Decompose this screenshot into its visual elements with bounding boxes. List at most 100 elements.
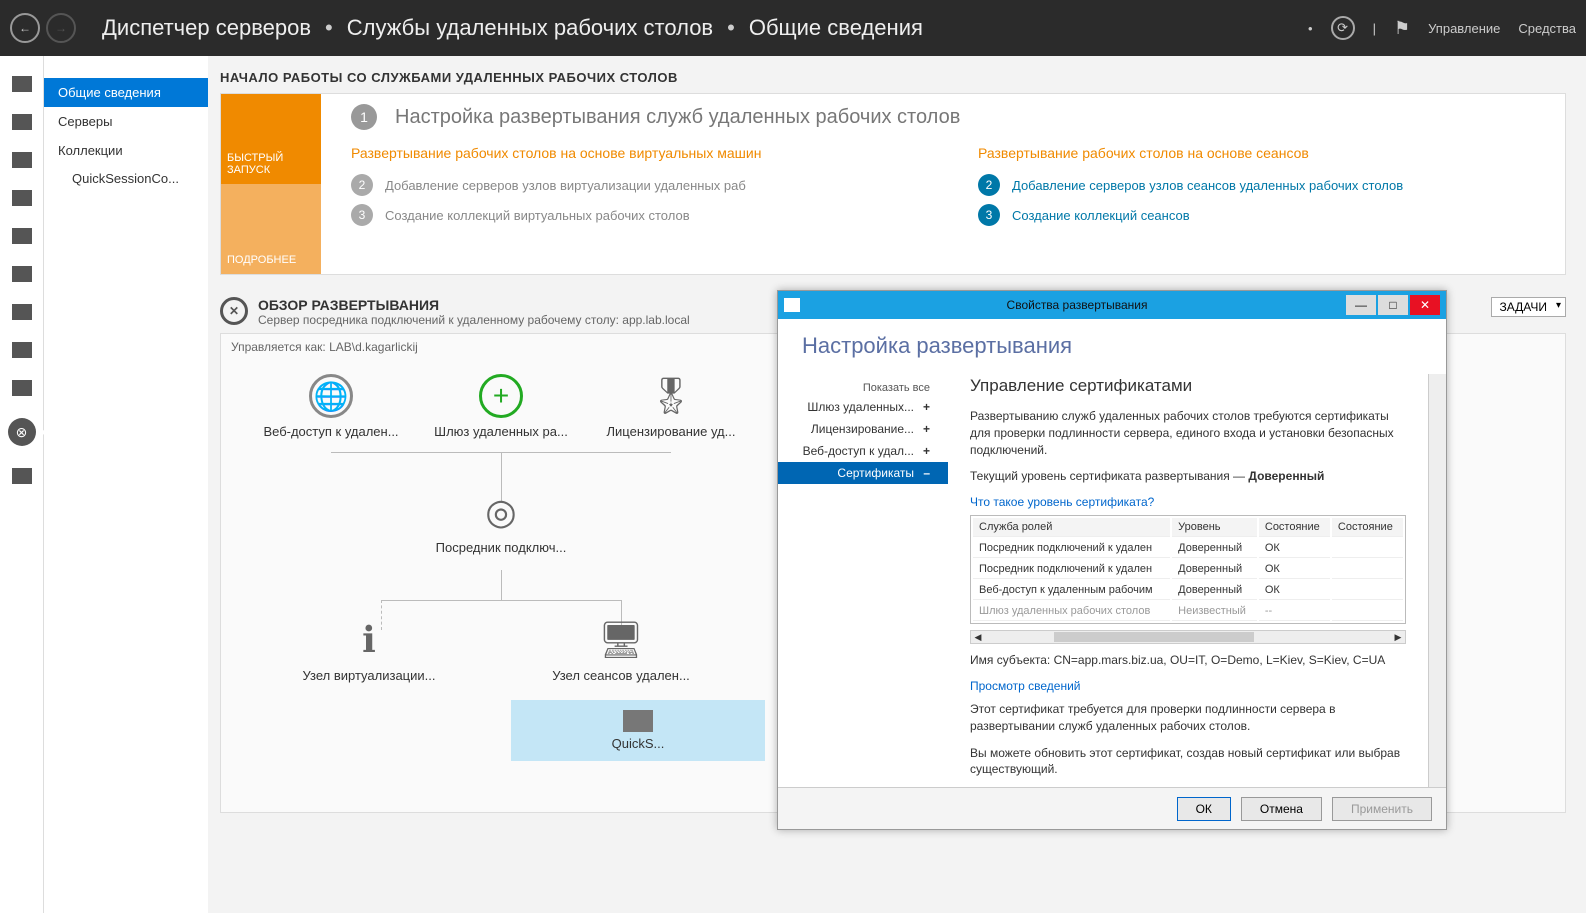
step-badge: 3 — [978, 204, 1000, 226]
dialog-heading: Настройка развертывания — [778, 319, 1446, 373]
th-role[interactable]: Служба ролей — [973, 518, 1170, 537]
all-servers-icon[interactable] — [12, 152, 32, 168]
deployment-properties-dialog: Свойства развертывания — □ ✕ Настройка р… — [777, 290, 1447, 830]
node-virtualization[interactable]: ℹ Узел виртуализации... — [289, 618, 449, 683]
table-row[interactable]: Посредник подключений к удаленДоверенный… — [973, 560, 1403, 579]
table-row[interactable]: Посредник подключений к удаленДоверенный… — [973, 539, 1403, 558]
iis-icon[interactable] — [12, 266, 32, 282]
step-number-icon: 1 — [351, 104, 377, 130]
back-button[interactable]: ← — [10, 13, 40, 43]
scroll-thumb[interactable] — [1054, 632, 1254, 642]
certificates-table[interactable]: Служба ролей Уровень Состояние Состояние… — [970, 515, 1406, 624]
menu-manage[interactable]: Управление — [1428, 21, 1500, 36]
node-session-host[interactable]: 🖥 Узел сеансов удален... — [541, 618, 701, 683]
view-details-link[interactable]: Просмотр сведений — [970, 679, 1406, 693]
nap-icon[interactable] — [12, 304, 32, 320]
breadcrumb-sep: • — [727, 15, 735, 41]
whatis-link[interactable]: Что такое уровень сертификата? — [970, 495, 1406, 509]
local-server-icon[interactable] — [12, 114, 32, 130]
quick-start-tile[interactable]: БЫСТРЫЙ ЗАПУСК — [221, 94, 321, 184]
screens-icon: 🖥 — [599, 618, 643, 662]
tasks-dropdown[interactable]: ЗАДАЧИ — [1491, 297, 1566, 317]
sidebar-item-servers[interactable]: Серверы — [44, 107, 208, 136]
table-row[interactable]: Веб-доступ к удаленным рабочимДоверенный… — [973, 581, 1403, 600]
session-step-3[interactable]: 3 Создание коллекций сеансов — [978, 204, 1545, 226]
menu-tools[interactable]: Средства — [1518, 21, 1576, 36]
subject-value: CN=app.mars.biz.ua, OU=IT, O=Demo, L=Kie… — [1054, 653, 1386, 667]
ad-ds-icon[interactable] — [12, 228, 32, 244]
cell — [1332, 539, 1403, 558]
sidebar-item-overview[interactable]: Общие сведения — [44, 78, 208, 107]
node-label: Узел сеансов удален... — [541, 668, 701, 683]
file-services-icon[interactable] — [12, 190, 32, 206]
session-step-2[interactable]: 2Добавление серверов узлов сеансов удале… — [978, 174, 1545, 196]
cell: Доверенный — [1172, 581, 1257, 600]
title-bar: ← → Диспетчер серверов • Службы удаленны… — [0, 0, 1586, 56]
table-row[interactable]: Шлюз удаленных рабочих столовНеизвестный… — [973, 602, 1403, 621]
nav-item-certificates[interactable]: Сертификаты– — [778, 462, 948, 484]
node-label: Посредник подключ... — [421, 540, 581, 555]
dialog-titlebar[interactable]: Свойства развертывания — □ ✕ — [778, 291, 1446, 319]
cell: ОК — [1259, 560, 1330, 579]
maximize-button[interactable]: □ — [1378, 295, 1408, 315]
menu-sep: • — [1308, 21, 1313, 36]
node-broker[interactable]: ◎ Посредник подключ... — [421, 490, 581, 555]
connector — [501, 570, 502, 600]
nav-label: Сертификаты — [837, 466, 914, 480]
node-gateway[interactable]: + Шлюз удаленных ра... — [421, 374, 581, 439]
th-state[interactable]: Состояние — [1259, 518, 1330, 537]
getting-started-title: НАЧАЛО РАБОТЫ СО СЛУЖБАМИ УДАЛЕННЫХ РАБО… — [220, 70, 1566, 85]
node-label: Веб-доступ к удален... — [251, 424, 411, 439]
table-scrollbar[interactable]: ◀▶ — [970, 630, 1406, 644]
refresh-icon[interactable]: ⟳ — [1331, 16, 1355, 40]
breadcrumb-root[interactable]: Диспетчер серверов — [102, 15, 311, 41]
forward-button[interactable]: → — [46, 13, 76, 43]
cell: -- — [1259, 602, 1330, 621]
step-badge: 3 — [351, 204, 373, 226]
scroll-left-icon[interactable]: ◀ — [971, 632, 985, 643]
cancel-button[interactable]: Отмена — [1241, 797, 1322, 821]
connector — [381, 600, 621, 601]
ok-button[interactable]: ОК — [1177, 797, 1231, 821]
node-label: Лицензирование уд... — [591, 424, 751, 439]
quick-heading: 1 Настройка развертывания служб удаленны… — [351, 104, 1545, 130]
session-column: Развертывание рабочих столов на основе с… — [978, 144, 1545, 234]
cell: Веб-доступ к удаленным рабочим — [973, 581, 1170, 600]
nav-item-licensing[interactable]: Лицензирование...+ — [778, 418, 948, 440]
print-icon[interactable] — [12, 342, 32, 358]
session-col-title: Развертывание рабочих столов на основе с… — [978, 144, 1545, 162]
dashboard-icon[interactable] — [12, 76, 32, 92]
apply-button[interactable]: Применить — [1332, 797, 1432, 821]
node-licensing[interactable]: 🎖 Лицензирование уд... — [591, 374, 751, 439]
vm-step2-text: Добавление серверов узлов виртуализации … — [385, 178, 746, 193]
node-web-access[interactable]: 🌐 Веб-доступ к удален... — [251, 374, 411, 439]
dialog-scrollbar[interactable] — [1428, 374, 1446, 787]
sidebar-item-collection-child[interactable]: QuickSessionCo... — [44, 165, 208, 192]
window-controls: — □ ✕ — [1346, 295, 1440, 315]
remote-access-icon[interactable] — [12, 380, 32, 396]
rds-icon[interactable]: ⊗▸ — [8, 418, 36, 446]
cell — [1332, 560, 1403, 579]
close-button[interactable]: ✕ — [1410, 295, 1440, 315]
session-step3-text: Создание коллекций сеансов — [1012, 208, 1190, 223]
nav-label: Шлюз удаленных... — [807, 400, 914, 414]
cell: Шлюз удаленных рабочих столов — [973, 602, 1170, 621]
learn-more-tile[interactable]: ПОДРОБНЕЕ — [221, 184, 321, 274]
sidebar-item-collections[interactable]: Коллекции — [44, 136, 208, 165]
cert-level-line: Текущий уровень сертификата развертывани… — [970, 468, 1406, 485]
more-icon[interactable] — [12, 468, 32, 484]
node-quicksession[interactable]: QuickS... — [511, 700, 765, 761]
breadcrumb-mid[interactable]: Службы удаленных рабочих столов — [347, 15, 713, 41]
minimize-button[interactable]: — — [1346, 295, 1376, 315]
nav-item-web[interactable]: Веб-доступ к удал...+ — [778, 440, 948, 462]
step-badge: 2 — [978, 174, 1000, 196]
scroll-right-icon[interactable]: ▶ — [1391, 632, 1405, 643]
flag-icon[interactable]: ⚑ — [1394, 18, 1410, 39]
nav-item-gateway[interactable]: Шлюз удаленных...+ — [778, 396, 948, 418]
show-all-link[interactable]: Показать все — [778, 380, 948, 396]
th-state2[interactable]: Состояние — [1332, 518, 1403, 537]
th-level[interactable]: Уровень — [1172, 518, 1257, 537]
quick-start-panel: БЫСТРЫЙ ЗАПУСК ПОДРОБНЕЕ 1 Настройка раз… — [220, 93, 1566, 275]
node-label: Узел виртуализации... — [289, 668, 449, 683]
cell: Посредник подключений к удален — [973, 539, 1170, 558]
